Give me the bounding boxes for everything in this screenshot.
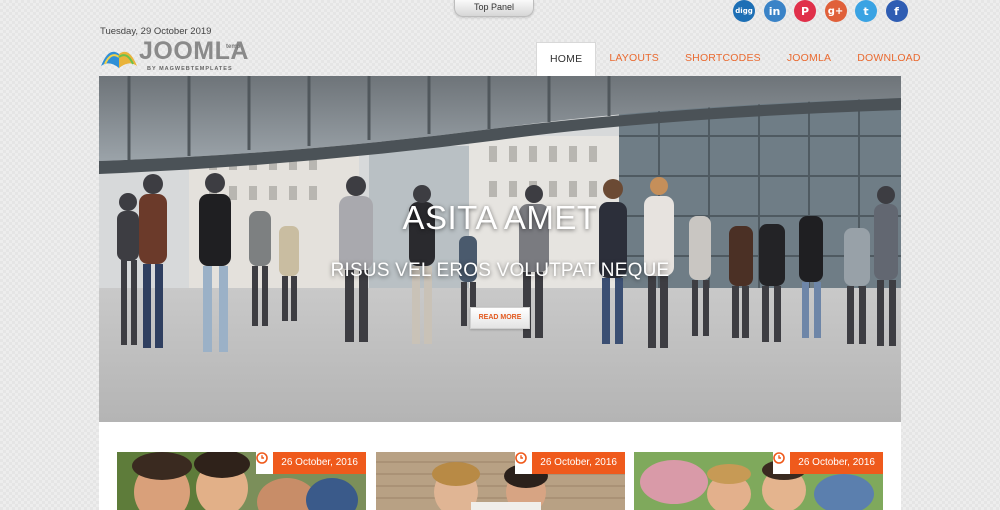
facebook-icon[interactable]: f	[885, 0, 908, 22]
post-date-badge: 26 October, 2016	[532, 452, 625, 474]
post-card[interactable]: 26 October, 2016	[117, 452, 366, 510]
twitter-icon[interactable]: t	[855, 0, 877, 22]
nav-item-joomla[interactable]: JOOMLA	[774, 42, 844, 76]
read-more-button[interactable]: READ MORE	[470, 307, 530, 329]
top-panel-toggle[interactable]: Top Panel	[454, 0, 534, 17]
post-date-badge: 26 October, 2016	[273, 452, 366, 474]
social-icons: digg in P g+ t f	[733, 0, 916, 22]
content-area: 26 October, 2016 26 October, 2016 26 Oct…	[99, 422, 901, 510]
hero-image	[99, 76, 901, 422]
hero-subtitle: RISUS VEL EROS VOLUTPAT NEQUE	[330, 260, 670, 281]
main-nav: HOME LAYOUTS SHORTCODES JOOMLA DOWNLOAD	[536, 42, 934, 76]
pinterest-icon[interactable]: P	[794, 0, 816, 22]
logo-emblem-icon	[101, 51, 137, 68]
post-card[interactable]: 26 October, 2016	[634, 452, 883, 510]
post-date-badge: 26 October, 2016	[790, 452, 883, 474]
google-plus-icon[interactable]: g+	[824, 0, 847, 22]
hero-slider[interactable]: ASITA AMET RISUS VEL EROS VOLUTPAT NEQUE…	[99, 76, 901, 422]
nav-item-download[interactable]: DOWNLOAD	[844, 42, 933, 76]
logo-superscript: temp	[226, 44, 241, 50]
site-logo[interactable]: JOOMLA temp BY MAGWEBTEMPLATES	[99, 37, 248, 74]
nav-item-layouts[interactable]: LAYOUTS	[596, 42, 672, 76]
logo-tagline: BY MAGWEBTEMPLATES	[147, 66, 233, 72]
digg-icon[interactable]: digg	[733, 0, 755, 22]
linkedin-icon[interactable]: in	[763, 0, 786, 22]
hero-title: ASITA AMET	[402, 199, 598, 236]
nav-item-home[interactable]: HOME	[536, 42, 597, 76]
logo-wordmark: JOOMLA	[139, 37, 249, 65]
header-date: Tuesday, 29 October 2019	[100, 26, 212, 37]
nav-item-shortcodes[interactable]: SHORTCODES	[672, 42, 774, 76]
post-card[interactable]: 26 October, 2016	[376, 452, 625, 510]
